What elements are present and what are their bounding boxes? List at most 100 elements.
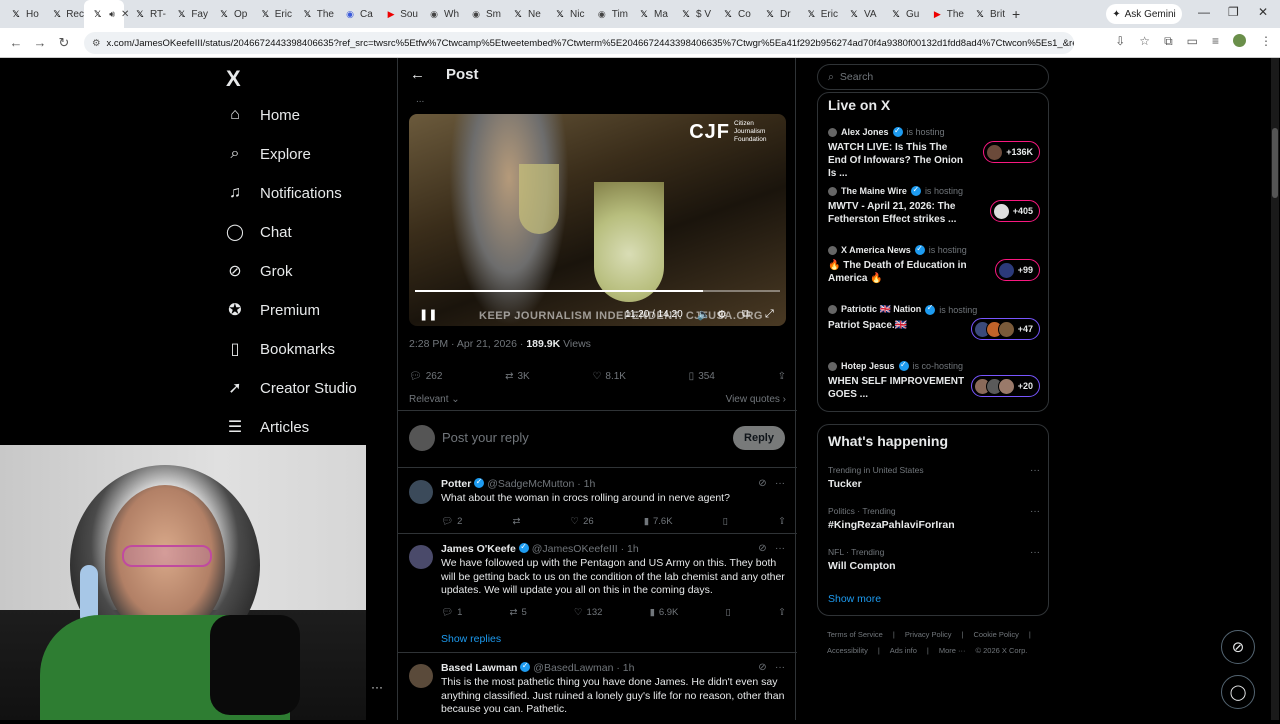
browser-tab[interactable]: 𝕏 Fay xyxy=(166,0,208,28)
live-item[interactable]: Alex Jonesis hosting WATCH LIVE: Is This… xyxy=(828,126,1040,179)
site-info-icon[interactable]: ⚙ xyxy=(92,38,101,49)
share-icon[interactable]: ⇪ xyxy=(778,516,786,527)
footer-link[interactable]: Privacy Policy xyxy=(905,630,952,639)
browser-tab[interactable]: ▶ Sou xyxy=(376,0,418,28)
search-input[interactable]: ⌕ Search xyxy=(817,64,1049,90)
video-progress-bar[interactable] xyxy=(415,290,780,292)
bookmark-icon[interactable]: ▯ xyxy=(726,607,731,618)
bookmark-action[interactable]: ▯ 354 xyxy=(689,371,715,382)
browser-tab[interactable]: 𝕏 VA xyxy=(838,0,880,28)
browser-tab[interactable]: 𝕏 $ V xyxy=(670,0,712,28)
reply-more-actions[interactable]: ⊘ ··· xyxy=(758,478,785,489)
browser-tab[interactable]: 𝕏 Op xyxy=(208,0,250,28)
grok-icon[interactable]: ⊘ xyxy=(758,543,766,554)
browser-tab[interactable]: 𝕏 The xyxy=(292,0,334,28)
show-replies-link[interactable]: Show replies xyxy=(441,633,501,645)
more-icon[interactable]: ··· xyxy=(371,680,383,694)
more-icon[interactable]: ··· xyxy=(1030,547,1040,558)
minimize-icon[interactable]: — xyxy=(1198,5,1210,19)
media-icon[interactable]: ≡ xyxy=(1212,34,1219,49)
footer-link[interactable]: Terms of Service xyxy=(827,630,883,639)
browser-tab[interactable]: 𝕏 Ma xyxy=(628,0,670,28)
repost-action[interactable]: ⇄ 3K xyxy=(505,371,530,382)
sidebar-item-home[interactable]: ⌂ Home xyxy=(226,106,300,124)
reply-item[interactable]: James O'Keefe @JamesOKeefeIII · 1h ⊘ ···… xyxy=(398,535,797,653)
show-more-link[interactable]: Show more xyxy=(828,593,881,605)
repost-action[interactable]: ⇄ 5 xyxy=(510,607,527,618)
share-icon[interactable]: ⇪ xyxy=(778,607,786,618)
browser-tab[interactable]: 𝕏 RT- xyxy=(124,0,166,28)
live-item[interactable]: The Maine Wireis hosting MWTV - April 21… xyxy=(828,185,1040,238)
views-action[interactable]: ▮ 7.6K xyxy=(644,516,673,527)
sidebar-item-premium[interactable]: ✪ Premium xyxy=(226,301,320,320)
more-icon[interactable]: ··· xyxy=(1030,465,1040,476)
sidebar-item-explore[interactable]: ⌕ Explore xyxy=(226,145,311,163)
grok-icon[interactable]: ⊘ xyxy=(758,662,766,673)
live-listeners-pill[interactable]: +20 xyxy=(970,375,1040,397)
reload-icon[interactable]: ↻ xyxy=(52,35,76,51)
live-item[interactable]: Hotep Jesusis co-hosting WHEN SELF IMPRO… xyxy=(828,360,1040,413)
close-window-icon[interactable]: ✕ xyxy=(1258,5,1268,19)
browser-tab[interactable]: 𝕏 Brit xyxy=(964,0,1006,28)
browser-tab[interactable]: 𝕏 Gu xyxy=(880,0,922,28)
live-listeners-pill[interactable]: +405 xyxy=(989,200,1040,222)
ask-gemini-button[interactable]: ✦ Ask Gemini xyxy=(1106,4,1182,24)
menu-icon[interactable]: ⋮ xyxy=(1260,34,1272,49)
like-action[interactable]: ♡ 26 xyxy=(571,516,594,527)
bookmark-star-icon[interactable]: ☆ xyxy=(1139,34,1150,49)
grok-fab-icon[interactable]: ⊘ xyxy=(1221,630,1255,664)
reply-action[interactable]: 💬︎ 2 xyxy=(441,516,462,527)
fullscreen-icon[interactable]: ⤢ xyxy=(765,308,774,321)
live-item[interactable]: X America Newsis hosting 🔥 The Death of … xyxy=(828,244,1040,297)
sidebar-item-chat[interactable]: ◯ Chat xyxy=(226,223,292,242)
browser-tab[interactable]: ▶ The xyxy=(922,0,964,28)
reply-item[interactable]: Based Lawman @BasedLawman · 1h ⊘ ··· Thi… xyxy=(398,654,797,724)
browser-tab[interactable]: 𝕏 Ho xyxy=(0,0,42,28)
browser-tab[interactable]: ◉ Sm xyxy=(460,0,502,28)
x-logo[interactable]: X xyxy=(226,66,241,92)
more-icon[interactable]: ··· xyxy=(1030,506,1040,517)
live-item[interactable]: Patriotic 🇬🇧 Nationis hosting Patriot Sp… xyxy=(828,303,1040,356)
more-icon[interactable]: ··· xyxy=(775,543,785,554)
pause-icon[interactable]: ❚❚ xyxy=(419,308,437,321)
share-icon[interactable]: ⇪ xyxy=(778,371,786,382)
extensions-icon[interactable]: ⧉ xyxy=(1164,34,1173,49)
url-bar[interactable]: ⚙ x.com/JamesOKeefeIII/status/20466724433… xyxy=(84,32,1074,54)
settings-icon[interactable]: ⚙ xyxy=(717,308,727,321)
reply-button[interactable]: Reply xyxy=(733,426,785,450)
browser-tab[interactable]: 𝕏 Nic xyxy=(544,0,586,28)
browser-tab[interactable]: 𝕏 Eric xyxy=(796,0,838,28)
browser-tab[interactable]: ◉ Wh xyxy=(418,0,460,28)
browser-tab[interactable]: ◉ Ca xyxy=(334,0,376,28)
sidebar-item-grok[interactable]: ⊘ Grok xyxy=(226,262,292,281)
reply-action[interactable]: 💬︎ 1 xyxy=(441,607,462,618)
browser-tab[interactable]: 𝕏 Ne xyxy=(502,0,544,28)
view-quotes-link[interactable]: View quotes › xyxy=(726,394,786,405)
scrollbar[interactable] xyxy=(1271,58,1279,720)
browser-tab[interactable]: 𝕏 Eric xyxy=(250,0,292,28)
sidebar-item-bookmarks[interactable]: ▯ Bookmarks xyxy=(226,340,335,359)
trend-item[interactable]: Politics · Trending #KingRezaPahlaviForI… xyxy=(828,506,1040,531)
new-tab-icon[interactable]: + xyxy=(1012,6,1020,22)
sort-dropdown[interactable]: Relevant ⌄ xyxy=(409,394,460,405)
browser-tab[interactable]: ◉ Tim xyxy=(586,0,628,28)
trend-item[interactable]: NFL · Trending Will Compton ··· xyxy=(828,547,1040,572)
like-action[interactable]: ♡ 8.1K xyxy=(592,371,626,382)
video-player[interactable]: CJF Citizen Journalism Foundation KEEP J… xyxy=(409,114,786,326)
footer-link[interactable]: Cookie Policy xyxy=(973,630,1018,639)
sidebar-item-creator-studio[interactable]: ➚ Creator Studio xyxy=(226,379,356,398)
footer-link[interactable]: Ads info xyxy=(890,646,917,655)
more-icon[interactable]: ··· xyxy=(775,662,785,673)
grok-icon[interactable]: ⊘ xyxy=(758,478,766,489)
back-icon[interactable]: ← xyxy=(4,35,28,50)
reply-action[interactable]: 💬︎ 262 xyxy=(409,371,442,382)
live-listeners-pill[interactable]: +99 xyxy=(994,259,1040,281)
views-action[interactable]: ▮ 6.9K xyxy=(650,607,679,618)
browser-tab[interactable]: 𝕏 Rec xyxy=(42,0,84,28)
live-listeners-pill[interactable]: +47 xyxy=(970,318,1040,340)
trend-item[interactable]: Trending in United States Tucker ··· xyxy=(828,465,1040,490)
repost-action[interactable]: ⇄ xyxy=(512,516,520,527)
sidebar-item-notifications[interactable]: ♫ Notifications xyxy=(226,184,342,202)
browser-tab[interactable]: 𝕏 🔊︎ ✕ xyxy=(84,0,129,28)
sidebar-item-articles[interactable]: ☰ Articles xyxy=(226,418,309,437)
